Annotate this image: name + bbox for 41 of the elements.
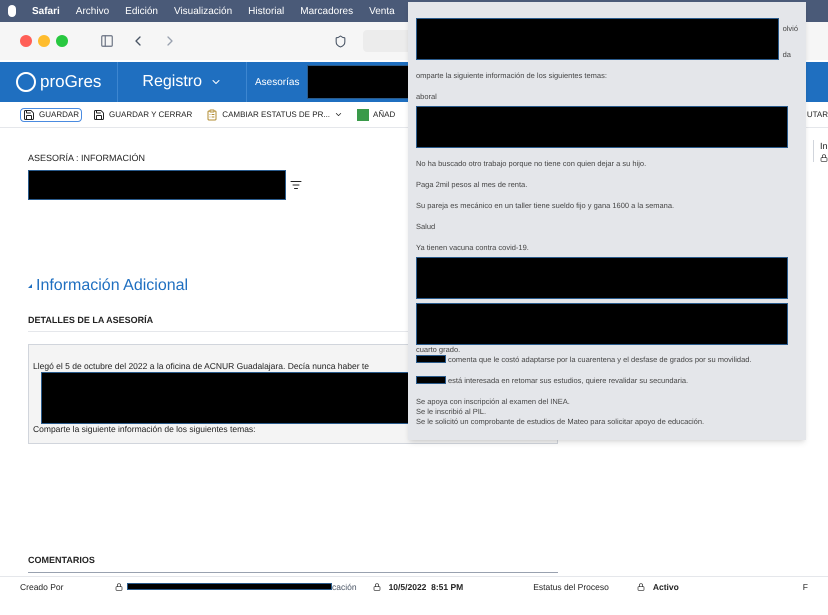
toolbar-button[interactable]: AÑAD <box>354 108 398 122</box>
field-value: Activo <box>652 580 679 594</box>
menu-item[interactable]: Visualización <box>174 4 232 18</box>
sidebar-icon[interactable] <box>100 34 114 48</box>
shield-icon[interactable] <box>334 34 347 48</box>
list-icon[interactable] <box>290 178 302 190</box>
lock-icon <box>372 582 381 591</box>
section-title[interactable]: Información Adicional <box>36 274 188 298</box>
breadcrumb: ASESORÍA : INFORMACIÓN <box>28 152 146 165</box>
toolbar-button[interactable]: GUARDAR <box>20 108 82 122</box>
redaction-block <box>416 355 446 363</box>
field-label: F <box>802 580 808 594</box>
field-value: 10/5/2022 8:51 PM <box>388 580 464 594</box>
field-label: Estatus del Proceso <box>533 580 609 594</box>
toolbar-button[interactable]: CAMBIAR ESTATUS DE PR... <box>203 108 346 122</box>
menu-item[interactable]: Safari <box>32 4 60 18</box>
close-window-icon[interactable] <box>20 35 32 47</box>
menu-item[interactable]: Edición <box>125 4 158 18</box>
field-label: Creado Por <box>20 580 64 594</box>
save-icon <box>93 108 106 120</box>
clipboard-icon <box>206 108 218 120</box>
lock-icon <box>115 582 123 591</box>
lock-icon <box>820 154 828 162</box>
save-icon <box>23 108 35 120</box>
nav-link[interactable]: Asesorías <box>247 74 308 90</box>
field-label: cación <box>332 580 357 594</box>
menu-item[interactable]: Venta <box>369 4 395 18</box>
section-heading: COMENTARIOS <box>28 554 558 572</box>
field-label: In <box>820 140 828 153</box>
caret-icon <box>334 110 344 119</box>
toolbar-button[interactable]: GUARDAR Y CERRAR <box>90 108 196 122</box>
menu-item[interactable]: Archivo <box>76 4 110 18</box>
collapse-triangle-icon[interactable] <box>28 284 32 288</box>
menu-item[interactable]: Marcadores <box>300 4 354 18</box>
menu-item[interactable]: Historial <box>248 4 284 18</box>
app-logo: proGres <box>40 71 102 94</box>
module-dropdown[interactable]: Registro <box>118 62 247 102</box>
details-text: Llegó el 5 de octubre del 2022 a la oficina de ACNUR Guadalajara. Decía nunca haber te <box>33 361 370 372</box>
toolbar-button[interactable]: UTAR <box>806 108 828 120</box>
lock-icon <box>636 582 645 591</box>
details-text: Comparte la siguiente información de los siguientes temas: <box>33 424 257 435</box>
